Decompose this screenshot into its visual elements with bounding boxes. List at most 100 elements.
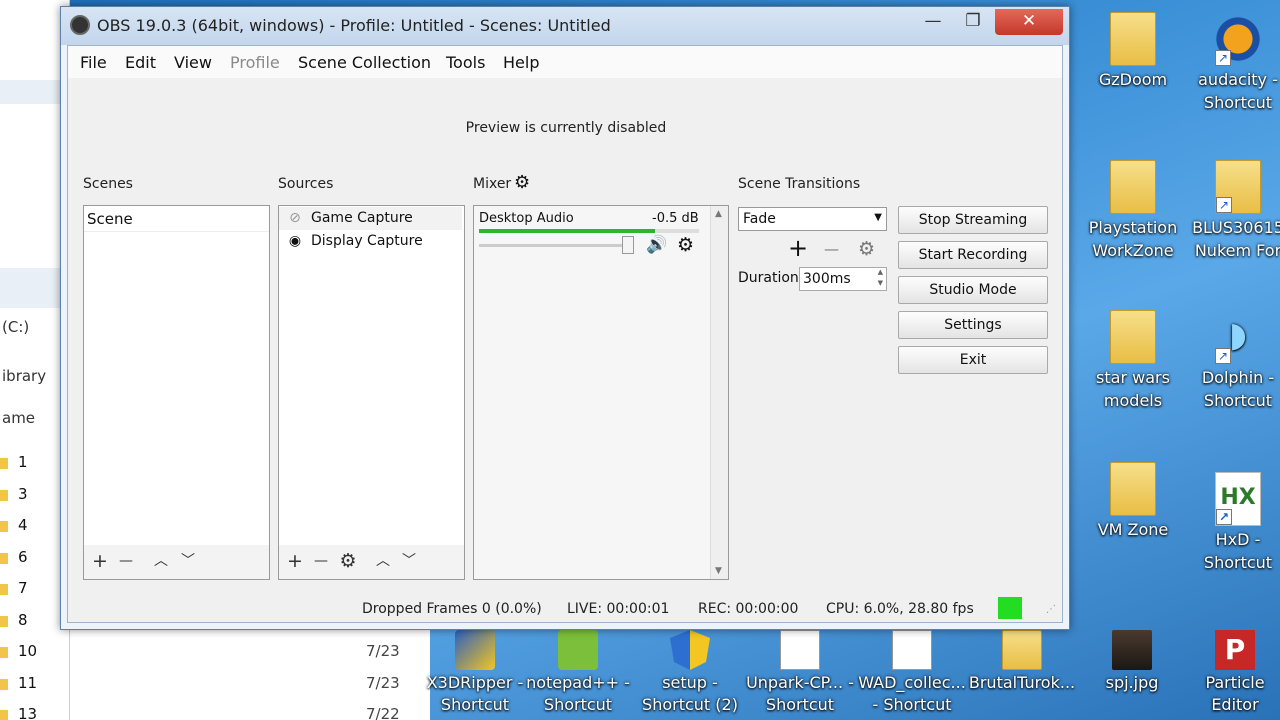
explorer-row[interactable]: 8 <box>18 611 28 629</box>
duration-label: Duration <box>738 270 799 286</box>
desktop-icon-star-wars-models[interactable]: star wars models <box>1083 310 1183 412</box>
spin-down-icon[interactable]: ▼ <box>878 279 883 287</box>
explorer-row[interactable]: 11 <box>18 674 37 692</box>
remove-transition-button[interactable]: — <box>824 240 839 258</box>
spin-up-icon[interactable]: ▲ <box>878 268 883 276</box>
explorer-row[interactable]: 7 <box>18 579 28 597</box>
scroll-up-icon[interactable]: ▲ <box>715 209 722 219</box>
add-scene-button[interactable]: + <box>90 551 110 571</box>
hxd-icon: HX ↗ <box>1215 472 1261 526</box>
volume-slider-handle[interactable] <box>621 236 634 254</box>
desktop-icon-label: Playstation WorkZone <box>1088 218 1178 260</box>
transition-select[interactable]: Fade ▼ <box>738 207 887 231</box>
obs-window: OBS 19.0.3 (64bit, windows) - Profile: U… <box>60 6 1070 630</box>
desktop-icon-x3dripper[interactable]: X3DRipper - Shortcut <box>420 630 530 716</box>
eye-icon[interactable]: ◉ <box>285 230 305 253</box>
shortcut-arrow-icon: ↗ <box>1215 348 1231 364</box>
add-source-button[interactable]: + <box>285 551 305 571</box>
eye-hidden-icon[interactable]: ⊘ <box>285 207 305 230</box>
menu-view[interactable]: View <box>174 53 212 72</box>
maximize-button[interactable]: ❐ <box>953 9 993 35</box>
folder-icon <box>0 521 8 532</box>
settings-button[interactable]: Settings <box>898 311 1048 339</box>
desktop-icon-setup[interactable]: setup - Shortcut (2) <box>635 630 745 716</box>
duration-spinbox[interactable]: 300ms ▲ ▼ <box>799 267 887 291</box>
minimize-button[interactable]: — <box>913 9 953 35</box>
resize-grip-icon[interactable]: ⋰ <box>1046 604 1056 615</box>
studio-mode-button[interactable]: Studio Mode <box>898 276 1048 304</box>
explorer-name-column[interactable]: ame <box>2 409 35 427</box>
audacity-icon: ↗ <box>1215 12 1261 66</box>
explorer-row[interactable]: 13 <box>18 705 37 720</box>
desktop-icon-blus30615[interactable]: ↗ BLUS30615 Nukem For <box>1190 160 1280 262</box>
desktop-icon-gzdoom[interactable]: GzDoom <box>1083 12 1183 91</box>
desktop-icon-dolphin[interactable]: ◗ ↗ Dolphin - Shortcut <box>1190 310 1280 412</box>
mixer-channel-level: -0.5 dB <box>652 211 699 226</box>
sources-label: Sources <box>278 176 334 192</box>
explorer-lower-pane: 7/23 7/23 7/22 <box>70 630 430 720</box>
desktop-icon-notepad[interactable]: notepad++ - Shortcut <box>523 630 633 716</box>
folder-icon <box>0 458 8 469</box>
remove-source-button[interactable]: — <box>311 551 331 571</box>
explorer-row[interactable]: 4 <box>18 516 28 534</box>
source-item-label: Game Capture <box>311 210 413 226</box>
scene-item-label: Scene <box>87 210 133 228</box>
desktop-icon-vm-zone[interactable]: VM Zone <box>1083 462 1183 541</box>
speaker-icon[interactable]: 🔊 <box>646 235 667 255</box>
explorer-row[interactable]: 1 <box>18 453 28 471</box>
folder-icon <box>1002 630 1042 670</box>
menu-profile[interactable]: Profile <box>230 53 280 72</box>
volume-slider-track[interactable] <box>479 244 634 247</box>
desktop-icon-playstation-workzone[interactable]: Playstation WorkZone <box>1083 160 1183 262</box>
shortcut-arrow-icon: ↗ <box>1216 197 1232 213</box>
source-properties-button[interactable]: ⚙ <box>338 551 358 571</box>
scene-item[interactable]: Scene <box>84 206 269 232</box>
start-recording-button[interactable]: Start Recording <box>898 241 1048 269</box>
desktop-icon-wad-collection[interactable]: WAD_collec... - Shortcut <box>857 630 967 716</box>
menu-scene-collection[interactable]: Scene Collection <box>298 53 431 72</box>
remove-scene-button[interactable]: — <box>116 551 136 571</box>
folder-icon <box>0 584 8 595</box>
desktop-icon-audacity[interactable]: ↗ audacity - Shortcut <box>1190 12 1280 114</box>
volume-meter-fill <box>479 229 655 233</box>
add-transition-button[interactable]: + <box>788 236 808 260</box>
transition-properties-gear-icon[interactable]: ⚙ <box>858 238 875 260</box>
x3dripper-icon <box>455 630 495 670</box>
scenes-label: Scenes <box>83 176 133 192</box>
explorer-drive[interactable]: (C:) <box>2 318 29 336</box>
scroll-down-icon[interactable]: ▼ <box>715 566 722 576</box>
obs-logo-icon <box>70 15 90 35</box>
explorer-date: 7/22 <box>366 705 400 720</box>
stop-streaming-button[interactable]: Stop Streaming <box>898 206 1048 234</box>
scene-up-button[interactable]: ︿ <box>151 551 171 571</box>
desktop-icon-spj[interactable]: spj.jpg <box>1077 630 1187 694</box>
close-button[interactable]: ✕ <box>995 9 1063 35</box>
menu-file[interactable]: File <box>80 53 107 72</box>
folder-icon <box>0 647 8 658</box>
title-bar[interactable]: OBS 19.0.3 (64bit, windows) - Profile: U… <box>61 7 1069 45</box>
source-down-button[interactable]: ﹀ <box>399 551 419 571</box>
desktop-icon-unpark-cpu[interactable]: Unpark-CP... - Shortcut <box>745 630 855 716</box>
desktop-icon-hxd[interactable]: HX ↗ HxD - Shortcut <box>1190 472 1280 574</box>
source-item-game-capture[interactable]: ⊘ Game Capture <box>279 207 462 230</box>
desktop-icon-label: BLUS30615 Nukem For <box>1192 218 1280 260</box>
mixer-scrollbar[interactable]: ▲ ▼ <box>710 206 728 579</box>
menu-edit[interactable]: Edit <box>125 53 156 72</box>
scene-down-button[interactable]: ﹀ <box>178 551 198 571</box>
sources-dock: ⊘ Game Capture ◉ Display Capture + — ⚙ ︿… <box>278 205 465 580</box>
explorer-library[interactable]: ibrary <box>2 367 46 385</box>
mixer-channel-gear-icon[interactable]: ⚙ <box>677 234 694 256</box>
explorer-row[interactable]: 6 <box>18 548 28 566</box>
exit-button[interactable]: Exit <box>898 346 1048 374</box>
desktop-icon-particle-editor[interactable]: P Particle Editor <box>1190 630 1280 716</box>
menu-tools[interactable]: Tools <box>446 53 485 72</box>
explorer-row[interactable]: 3 <box>18 485 28 503</box>
shortcut-arrow-icon: ↗ <box>1215 50 1231 66</box>
explorer-row[interactable]: 10 <box>18 642 37 660</box>
desktop-icon-brutalturok[interactable]: BrutalTurok... <box>967 630 1077 694</box>
source-item-display-capture[interactable]: ◉ Display Capture <box>279 230 462 253</box>
mixer-gear-icon[interactable]: ⚙ <box>514 174 530 192</box>
menu-help[interactable]: Help <box>503 53 539 72</box>
source-up-button[interactable]: ︿ <box>373 551 393 571</box>
desktop-icon-label: X3DRipper - Shortcut <box>426 673 524 714</box>
